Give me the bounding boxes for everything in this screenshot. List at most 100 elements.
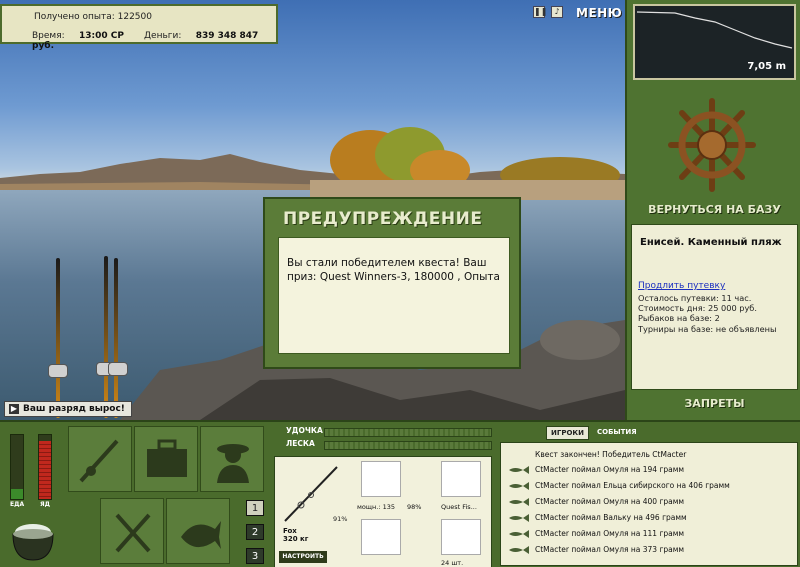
game-screen: Получено опыта: 122500 Время: 13:00 СР Д…	[0, 0, 800, 567]
fish-icon	[509, 530, 529, 538]
extend-permit-link[interactable]: Продлить путевку	[638, 281, 725, 291]
location-title: Енисей. Каменный пляж	[640, 237, 782, 248]
tackle-box-icon	[147, 439, 187, 477]
feed-text: CtMacter поймал Омуля на 400 грамм	[535, 497, 685, 506]
rod-details[interactable]: Fox 320 кг 91% НАСТРОИТЬ	[277, 459, 347, 565]
cauldron-icon[interactable]	[8, 514, 58, 564]
top-icons: ❚❚ ♪	[533, 6, 563, 18]
players-panel: ИГРОКИ СОБЫТИЯ Квест закончен! Победител…	[498, 422, 800, 567]
rod-slot-3-button[interactable]: 3	[246, 548, 264, 564]
warning-message: Вы стали победителем квеста! Ваш приз: Q…	[278, 237, 510, 354]
pause-icon[interactable]: ❚❚	[533, 6, 547, 18]
feed-text: Квест закончен! Победитель CtMacter	[535, 450, 687, 459]
food-button[interactable]	[100, 498, 164, 564]
fish-icon	[181, 521, 221, 549]
fish-icon	[509, 498, 529, 506]
money-label: Деньги:	[144, 31, 182, 41]
rod-label: УДОЧКА	[286, 426, 323, 435]
rod-image	[284, 466, 338, 522]
poison-meter	[38, 434, 52, 500]
feed-text: CtMacter поймал Вальку на 496 грамм	[535, 513, 687, 522]
fishing-scene[interactable]: Получено опыта: 122500 Время: 13:00 СР Д…	[0, 0, 625, 420]
right-panel: 7,05 m ВЕРНУТЬСЯ НА БАЗУ Енисей. Каменны…	[625, 0, 800, 420]
fish-icon	[509, 482, 529, 490]
autumn-trees	[310, 127, 625, 200]
knife-fork-icon	[115, 513, 151, 553]
reel-1	[48, 364, 68, 378]
bait-count: 24 шт.	[441, 559, 464, 567]
rod-name: Fox	[283, 527, 297, 535]
line-name: Quest Fis...	[441, 503, 477, 511]
food-label: ЕДА	[10, 501, 25, 508]
tackle-details: Fox 320 кг 91% НАСТРОИТЬ мощн.: 135 98% …	[274, 456, 492, 567]
bans-button[interactable]: ЗАПРЕТЫ	[627, 397, 800, 410]
warning-title: ПРЕДУПРЕЖДЕНИЕ	[283, 209, 483, 229]
line-tension-bar	[324, 441, 492, 450]
time-value: 13:00 СР	[78, 31, 124, 41]
feed-row: CtMacter поймал Омуля на 400 грамм	[501, 495, 799, 510]
events-feed: Квест закончен! Победитель CtMacter CtMa…	[500, 442, 798, 566]
food-meter-fill	[11, 489, 23, 499]
depth-value: 7,05 m	[747, 61, 786, 72]
food-meter	[10, 434, 24, 500]
line-slot[interactable]	[441, 461, 481, 497]
hook-slot[interactable]	[361, 519, 401, 555]
bottom-bar: ЕДА ЯД 1 2 3 УДОЧКА ЛЕСКА Fox 320 кг 91%…	[0, 420, 800, 567]
player-stats-panel: Получено опыта: 122500 Время: 13:00 СР Д…	[0, 4, 278, 51]
ship-wheel-icon[interactable]	[667, 95, 757, 195]
rod-tension-bar	[324, 428, 492, 437]
rank-toast[interactable]: ▶ Ваш разряд вырос!	[4, 401, 132, 417]
return-to-base-button[interactable]: ВЕРНУТЬСЯ НА БАЗУ	[627, 203, 800, 216]
fisherman-icon	[217, 444, 249, 483]
tab-events[interactable]: СОБЫТИЯ	[593, 426, 641, 440]
bait-slot[interactable]	[441, 519, 481, 555]
xp-label: Получено опыта:	[34, 12, 115, 22]
rod-condition: 91%	[333, 515, 348, 523]
location-info: Енисей. Каменный пляж Продлить путевку О…	[631, 224, 798, 390]
fishing-rod-1[interactable]	[56, 258, 60, 418]
rod-tension-row: УДОЧКА	[276, 426, 492, 438]
feed-row: CtMacter поймал Омуля на 194 грамм	[501, 463, 799, 478]
feed-text: CtMacter поймал Ельца сибирского на 406 …	[535, 481, 730, 490]
reel-3	[108, 362, 128, 376]
feed-row: CtMacter поймал Омуля на 373 грамм	[501, 543, 799, 558]
feed-row: CtMacter поймал Вальку на 496 грамм	[501, 511, 799, 526]
tackle-action-button[interactable]	[68, 426, 132, 492]
fish-icon	[509, 546, 529, 554]
depth-chart: 7,05 m	[633, 4, 796, 80]
anglers-count: Рыбаков на базе: 2	[638, 313, 720, 323]
permit-left: Осталось путевки: 11 час.	[638, 293, 752, 303]
tackle-panel: УДОЧКА ЛЕСКА Fox 320 кг 91% НАСТРОИТЬ мо…	[272, 422, 494, 567]
fishing-rod-2[interactable]	[104, 256, 108, 418]
line-tension-row: ЛЕСКА	[276, 439, 492, 451]
reel-condition: 98%	[407, 503, 422, 511]
tab-players[interactable]: ИГРОКИ	[546, 426, 589, 440]
rod-slot-2-button[interactable]: 2	[246, 524, 264, 540]
xp-value: 122500	[117, 12, 152, 22]
time-label: Время:	[32, 31, 65, 41]
rank-toast-text: Ваш разряд вырос!	[23, 404, 125, 414]
line-label: ЛЕСКА	[286, 439, 315, 448]
feed-row: Квест закончен! Победитель CtMacter	[501, 448, 799, 463]
rod-weight: 320 кг	[283, 535, 309, 543]
fishing-rod-3[interactable]	[114, 258, 118, 418]
arrow-right-icon: ▶	[9, 404, 19, 414]
fish-icon	[509, 514, 529, 522]
tackle-box-button[interactable]	[134, 426, 198, 492]
warning-dialog[interactable]: ПРЕДУПРЕЖДЕНИЕ Вы стали победителем квес…	[263, 197, 521, 369]
needs-meters: ЕДА ЯД	[6, 430, 58, 514]
rod-slot-1-button[interactable]: 1	[246, 500, 264, 516]
feed-row: CtMacter поймал Омуля на 111 грамм	[501, 527, 799, 542]
tournaments-info: Турниры на базе: не объявлены	[638, 324, 777, 334]
feed-text: CtMacter поймал Омуля на 373 грамм	[535, 545, 685, 554]
setup-button[interactable]: НАСТРОИТЬ	[279, 551, 327, 563]
reel-power: мощн.: 135	[357, 503, 395, 511]
sound-icon[interactable]: ♪	[551, 6, 563, 18]
reel-slot[interactable]	[361, 461, 401, 497]
feed-row: CtMacter поймал Ельца сибирского на 406 …	[501, 479, 799, 494]
feed-text: CtMacter поймал Омуля на 194 грамм	[535, 465, 685, 474]
feed-text: CtMacter поймал Омуля на 111 грамм	[535, 529, 685, 538]
menu-button[interactable]: МЕНЮ	[576, 6, 622, 20]
catch-button[interactable]	[166, 498, 230, 564]
character-button[interactable]	[200, 426, 264, 492]
